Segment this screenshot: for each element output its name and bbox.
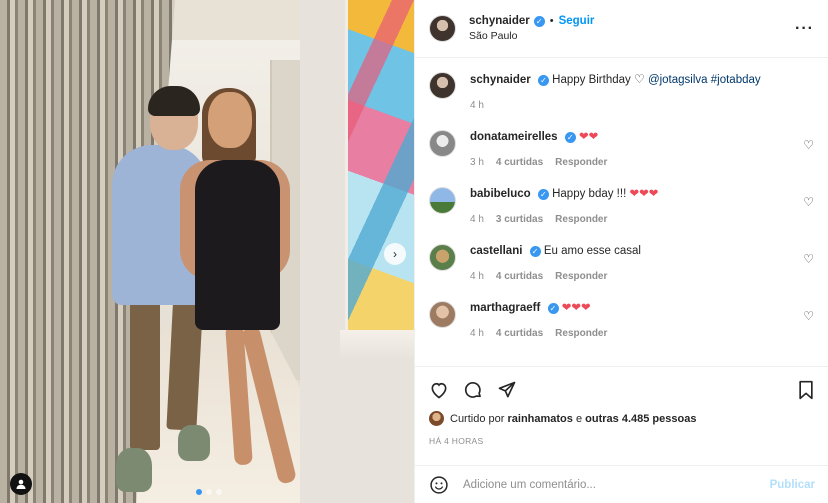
white-heart-emoji-icon: ♡ bbox=[633, 72, 645, 86]
comment-time[interactable]: 4 h bbox=[470, 326, 484, 341]
comment-time[interactable]: 3 h bbox=[470, 155, 484, 170]
photo-man-shoe bbox=[178, 425, 210, 461]
photo-woman-dress bbox=[195, 160, 280, 330]
comment-item: babibeluco ✓ Happy bday !!! ❤❤❤ 4 h 3 cu… bbox=[429, 187, 814, 227]
publish-button[interactable]: Publicar bbox=[770, 479, 815, 491]
author-avatar[interactable] bbox=[429, 15, 456, 42]
caption-avatar[interactable] bbox=[429, 72, 456, 99]
carousel-next-icon[interactable]: › bbox=[384, 243, 406, 265]
comment-avatar[interactable] bbox=[429, 244, 456, 271]
reply-button[interactable]: Responder bbox=[555, 155, 607, 170]
comment-like-heart-icon[interactable]: ♡ bbox=[803, 309, 814, 323]
comment-avatar[interactable] bbox=[429, 130, 456, 157]
comment-like-heart-icon[interactable]: ♡ bbox=[803, 252, 814, 266]
comment-item: marthagraeff ✓ ❤❤❤ 4 h 4 curtidas Respon… bbox=[429, 301, 814, 341]
comment-username[interactable]: babibeluco bbox=[470, 188, 531, 200]
verified-badge-icon: ✓ bbox=[533, 15, 545, 27]
share-paper-plane-icon[interactable] bbox=[497, 380, 517, 400]
red-heart-emoji-icon: ❤❤❤ bbox=[629, 188, 659, 200]
emoji-smiley-icon[interactable] bbox=[429, 475, 449, 495]
likes-summary: Curtido por rainhamatos e outras 4.485 p… bbox=[429, 411, 815, 426]
author-username[interactable]: schynaider bbox=[469, 14, 530, 29]
caption: schynaider ✓ Happy Birthday ♡ @jotagsilv… bbox=[429, 72, 814, 113]
verified-badge-icon: ✓ bbox=[537, 75, 549, 86]
comment-username[interactable]: castellani bbox=[470, 245, 522, 257]
verified-badge-icon: ✓ bbox=[564, 132, 576, 143]
comment-avatar[interactable] bbox=[429, 187, 456, 214]
post-photo[interactable]: › bbox=[0, 0, 414, 503]
liker-avatar[interactable] bbox=[429, 411, 444, 426]
comment-username[interactable]: donatameirelles bbox=[470, 131, 558, 143]
comment-text: Happy bday !!! bbox=[552, 188, 627, 200]
red-heart-emoji-icon: ❤❤❤ bbox=[561, 302, 591, 314]
post-timestamp[interactable]: HÁ 4 HORAS bbox=[429, 436, 815, 446]
caption-time[interactable]: 4 h bbox=[470, 98, 484, 113]
comment-item: castellani ✓ Eu amo esse casal 4 h 4 cur… bbox=[429, 244, 814, 284]
post-side-panel: schynaider ✓ • Seguir São Paulo ··· schy… bbox=[414, 0, 828, 503]
reply-button[interactable]: Responder bbox=[555, 212, 607, 227]
author-info: schynaider ✓ • Seguir São Paulo bbox=[469, 14, 594, 44]
reply-button[interactable]: Responder bbox=[555, 269, 607, 284]
caption-text: Happy Birthday bbox=[552, 74, 631, 86]
separator-dot: • bbox=[549, 14, 554, 27]
comment-time[interactable]: 4 h bbox=[470, 212, 484, 227]
reply-button[interactable]: Responder bbox=[555, 326, 607, 341]
comments-list: schynaider ✓ Happy Birthday ♡ @jotagsilv… bbox=[415, 58, 828, 365]
post-header: schynaider ✓ • Seguir São Paulo ··· bbox=[415, 0, 828, 58]
comment-time[interactable]: 4 h bbox=[470, 269, 484, 284]
comment-item: donatameirelles ✓ ❤❤ 3 h 4 curtidas Resp… bbox=[429, 130, 814, 170]
comment-likes[interactable]: 4 curtidas bbox=[496, 269, 543, 284]
photo-man-shoe bbox=[116, 448, 152, 492]
carousel-dot bbox=[206, 489, 212, 495]
comment-avatar[interactable] bbox=[429, 301, 456, 328]
comment-text: Eu amo esse casal bbox=[543, 245, 641, 257]
photo-painting bbox=[345, 0, 414, 330]
like-heart-icon[interactable] bbox=[429, 380, 449, 400]
liker-username[interactable]: rainhamatos bbox=[507, 413, 572, 425]
carousel-dots bbox=[196, 489, 222, 495]
comment-likes[interactable]: 3 curtidas bbox=[496, 212, 543, 227]
carousel-dot-active bbox=[196, 489, 202, 495]
caption-mention[interactable]: @jotagsilva bbox=[648, 74, 708, 86]
comment-likes[interactable]: 4 curtidas bbox=[496, 155, 543, 170]
photo-painting-frame bbox=[340, 330, 414, 360]
caption-username[interactable]: schynaider bbox=[470, 74, 531, 86]
comment-username[interactable]: marthagraeff bbox=[470, 302, 540, 314]
add-comment-bar: Publicar bbox=[415, 465, 828, 503]
likes-others-link[interactable]: outras 4.485 pessoas bbox=[585, 413, 696, 425]
post-actions: Curtido por rainhamatos e outras 4.485 p… bbox=[415, 366, 828, 446]
follow-button[interactable]: Seguir bbox=[559, 14, 595, 29]
verified-badge-icon: ✓ bbox=[537, 189, 549, 200]
comment-like-heart-icon[interactable]: ♡ bbox=[803, 195, 814, 209]
red-heart-emoji-icon: ❤❤ bbox=[578, 131, 599, 143]
carousel-dot bbox=[216, 489, 222, 495]
caption-hashtag[interactable]: #jotabday bbox=[711, 74, 761, 86]
tagged-users-icon[interactable] bbox=[10, 473, 32, 495]
verified-badge-icon: ✓ bbox=[529, 246, 541, 257]
comment-like-heart-icon[interactable]: ♡ bbox=[803, 138, 814, 152]
likes-middle: e bbox=[575, 412, 583, 425]
post-location[interactable]: São Paulo bbox=[469, 29, 594, 44]
comment-input[interactable] bbox=[463, 478, 770, 491]
photo-woman-face bbox=[208, 92, 252, 148]
more-options-icon[interactable]: ··· bbox=[795, 20, 814, 38]
comment-likes[interactable]: 4 curtidas bbox=[496, 326, 543, 341]
instagram-post-modal: › schynaider ✓ • Seguir São Paulo ··· sc… bbox=[0, 0, 828, 503]
verified-badge-icon: ✓ bbox=[547, 303, 559, 314]
likes-prefix: Curtido por bbox=[450, 412, 505, 425]
photo-man-leg bbox=[130, 290, 160, 450]
save-bookmark-icon[interactable] bbox=[797, 380, 815, 400]
comment-bubble-icon[interactable] bbox=[463, 380, 483, 400]
